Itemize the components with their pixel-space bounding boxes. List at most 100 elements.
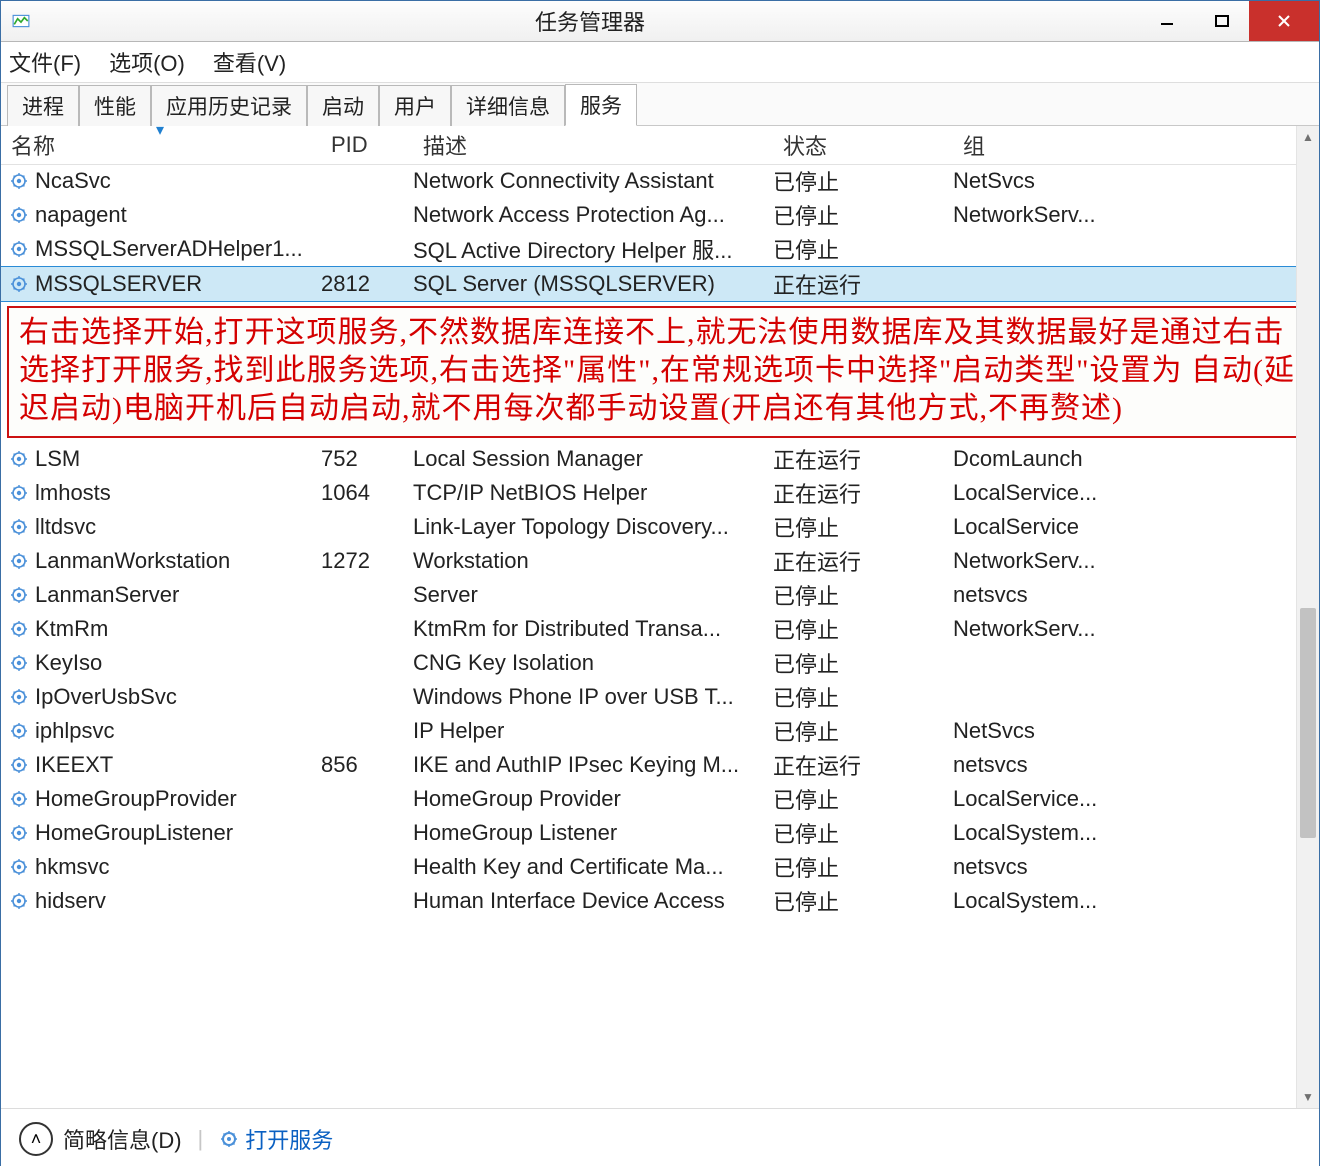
scroll-up-icon[interactable]: ▲ <box>1297 126 1319 148</box>
service-row[interactable]: IKEEXT856IKE and AuthIP IPsec Keying M..… <box>1 748 1319 782</box>
service-desc: Workstation <box>413 548 773 574</box>
service-status: 已停止 <box>773 681 953 713</box>
service-row[interactable]: IpOverUsbSvc Windows Phone IP over USB T.… <box>1 680 1319 714</box>
service-desc: Link-Layer Topology Discovery... <box>413 514 773 540</box>
tab-6[interactable]: 服务 <box>565 84 637 126</box>
col-group[interactable]: 组 <box>953 129 1123 161</box>
service-row[interactable]: lltdsvcLink-Layer Topology Discovery...已… <box>1 510 1319 544</box>
service-row[interactable]: NcaSvc Network Connectivity Assistant已停止N… <box>1 164 1319 198</box>
annotation-text: 右击选择开始,打开这项服务,不然数据库连接不上,就无法使用数据库及其数据最好是通… <box>19 314 1297 428</box>
service-gear-icon <box>9 721 29 741</box>
service-row[interactable]: hkmsvcHealth Key and Certificate Ma...已停… <box>1 850 1319 884</box>
service-pid: 1272 <box>321 548 413 574</box>
service-desc: IKE and AuthIP IPsec Keying M... <box>413 752 773 778</box>
service-gear-icon <box>9 687 29 707</box>
service-desc: IP Helper <box>413 718 773 744</box>
service-desc: HomeGroup Provider <box>413 786 773 812</box>
service-status: 正在运行 <box>773 477 953 509</box>
service-name: HomeGroupProvider <box>35 786 321 812</box>
service-desc: Health Key and Certificate Ma... <box>413 854 773 880</box>
service-gear-icon <box>9 891 29 911</box>
service-status: 已停止 <box>773 165 953 197</box>
service-group: LocalSystem... <box>953 820 1123 846</box>
gear-icon <box>219 1129 239 1149</box>
service-name: HomeGroupListener <box>35 820 321 846</box>
col-pid[interactable]: PID <box>321 132 413 158</box>
service-row[interactable]: LanmanServerServer已停止netsvcs <box>1 578 1319 612</box>
service-name: hkmsvc <box>35 854 321 880</box>
service-group: DcomLaunch <box>953 446 1123 472</box>
service-desc: TCP/IP NetBIOS Helper <box>413 480 773 506</box>
service-group: NetSvcs <box>953 168 1123 194</box>
service-status: 正在运行 <box>773 443 953 475</box>
service-status: 已停止 <box>773 715 953 747</box>
tab-2[interactable]: 应用历史记录 <box>151 85 307 126</box>
tab-3[interactable]: 启动 <box>307 85 379 126</box>
service-name: KeyIso <box>35 650 321 676</box>
service-row[interactable]: napagentNetwork Access Protection Ag...已… <box>1 198 1319 232</box>
service-row[interactable]: KeyIsoCNG Key Isolation已停止 <box>1 646 1319 680</box>
service-pid: 752 <box>321 446 413 472</box>
service-status: 已停止 <box>773 885 953 917</box>
service-row[interactable]: MSSQLSERVER2812SQL Server (MSSQLSERVER)正… <box>1 266 1319 302</box>
service-gear-icon <box>9 449 29 469</box>
scroll-thumb[interactable] <box>1300 608 1316 838</box>
title-bar: 任务管理器 <box>1 1 1319 42</box>
service-row[interactable]: HomeGroupListenerHomeGroup Listener已停止Lo… <box>1 816 1319 850</box>
menu-options[interactable]: 选项(O) <box>109 46 185 78</box>
tab-bar: 进程性能应用历史记录启动用户详细信息服务 <box>1 83 1319 126</box>
open-services-link[interactable]: 打开服务 <box>219 1123 333 1155</box>
tab-1[interactable]: 性能 <box>79 85 151 126</box>
scroll-down-icon[interactable]: ▼ <box>1297 1086 1319 1108</box>
maximize-button[interactable] <box>1194 1 1249 41</box>
services-panel: ▾ 名称 PID 描述 状态 组 NcaSvc Network Connectiv… <box>1 126 1319 1109</box>
service-name: NcaSvc <box>35 168 321 194</box>
menu-file[interactable]: 文件(F) <box>9 46 81 78</box>
annotation-overlay: 右击选择开始,打开这项服务,不然数据库连接不上,就无法使用数据库及其数据最好是通… <box>7 306 1309 438</box>
service-gear-icon <box>9 585 29 605</box>
service-row[interactable]: KtmRmKtmRm for Distributed Transa...已停止N… <box>1 612 1319 646</box>
service-row[interactable]: MSSQLServerADHelper1...SQL Active Direct… <box>1 232 1319 266</box>
fewer-details-button[interactable]: ˄ <box>19 1122 53 1156</box>
service-name: KtmRm <box>35 616 321 642</box>
chevron-up-icon: ˄ <box>31 1129 42 1150</box>
fewer-details-label[interactable]: 简略信息(D) <box>63 1123 182 1155</box>
service-desc: Windows Phone IP over USB T... <box>413 684 773 710</box>
menu-bar: 文件(F) 选项(O) 查看(V) <box>1 42 1319 83</box>
column-headers: ▾ 名称 PID 描述 状态 组 <box>1 126 1319 165</box>
service-gear-icon <box>9 483 29 503</box>
service-row[interactable]: hidservHuman Interface Device Access已停止L… <box>1 884 1319 918</box>
tab-4[interactable]: 用户 <box>379 85 451 126</box>
service-gear-icon <box>9 517 29 537</box>
service-gear-icon <box>9 857 29 877</box>
service-desc: Human Interface Device Access <box>413 888 773 914</box>
app-icon <box>11 11 31 31</box>
close-button[interactable] <box>1249 1 1319 41</box>
service-desc: SQL Server (MSSQLSERVER) <box>413 271 773 297</box>
col-status[interactable]: 状态 <box>773 129 953 161</box>
service-status: 已停止 <box>773 233 953 265</box>
open-services-label: 打开服务 <box>245 1123 333 1155</box>
service-row[interactable]: LanmanWorkstation1272Workstation正在运行Netw… <box>1 544 1319 578</box>
menu-view[interactable]: 查看(V) <box>213 46 286 78</box>
service-name: IKEEXT <box>35 752 321 778</box>
vertical-scrollbar[interactable]: ▲ ▼ <box>1296 126 1319 1108</box>
service-row[interactable]: LSM752Local Session Manager正在运行DcomLaunc… <box>1 442 1319 476</box>
col-desc[interactable]: 描述 <box>413 129 773 161</box>
service-name: IpOverUsbSvc <box>35 684 321 710</box>
service-status: 已停止 <box>773 817 953 849</box>
service-name: lltdsvc <box>35 514 321 540</box>
service-desc: Network Connectivity Assistant <box>413 168 773 194</box>
service-row[interactable]: lmhosts1064TCP/IP NetBIOS Helper正在运行Loca… <box>1 476 1319 510</box>
service-gear-icon <box>9 619 29 639</box>
service-row[interactable]: iphlpsvcIP Helper已停止NetSvcs <box>1 714 1319 748</box>
service-name: iphlpsvc <box>35 718 321 744</box>
minimize-button[interactable] <box>1139 1 1194 41</box>
service-gear-icon <box>9 239 29 259</box>
service-desc: Local Session Manager <box>413 446 773 472</box>
tab-0[interactable]: 进程 <box>7 85 79 126</box>
service-group: LocalSystem... <box>953 888 1123 914</box>
service-pid: 2812 <box>321 271 413 297</box>
service-row[interactable]: HomeGroupProviderHomeGroup Provider已停止Lo… <box>1 782 1319 816</box>
tab-5[interactable]: 详细信息 <box>451 85 565 126</box>
